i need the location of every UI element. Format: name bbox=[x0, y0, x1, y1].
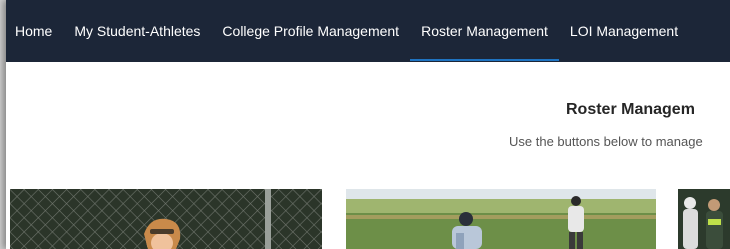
baseball-players-photo bbox=[346, 189, 656, 249]
nav-item-loi-management[interactable]: LOI Management bbox=[559, 0, 689, 62]
card-image-softball-player[interactable] bbox=[10, 189, 322, 249]
nav-item-roster-management[interactable]: Roster Management bbox=[410, 0, 559, 62]
softball-player-photo bbox=[10, 189, 322, 249]
page-title: Roster Managem bbox=[566, 101, 695, 118]
nav-item-my-student-athletes[interactable]: My Student-Athletes bbox=[63, 0, 211, 62]
nav-item-home[interactable]: Home bbox=[6, 0, 63, 62]
browser-viewport: Home My Student-Athletes College Profile… bbox=[6, 0, 730, 249]
top-navigation-bar: Home My Student-Athletes College Profile… bbox=[6, 0, 730, 62]
card-image-baseball-players[interactable] bbox=[346, 189, 656, 249]
page-subtitle: Use the buttons below to manage bbox=[509, 134, 703, 149]
team-photo bbox=[678, 189, 730, 249]
card-image-team-photo[interactable] bbox=[678, 189, 730, 249]
nav-item-college-profile-management[interactable]: College Profile Management bbox=[211, 0, 410, 62]
